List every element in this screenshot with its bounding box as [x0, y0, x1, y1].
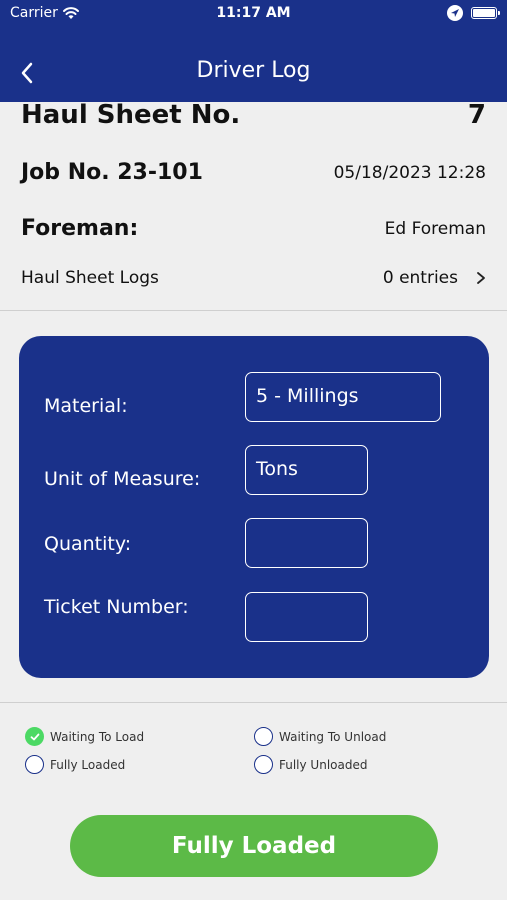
status-label: Waiting To Load [50, 729, 145, 744]
radio-unchecked-icon [254, 727, 273, 746]
fully-loaded-button[interactable]: Fully Loaded [70, 815, 438, 877]
status-bar: Carrier 11:17 AM [0, 0, 507, 30]
status-label: Fully Unloaded [279, 757, 368, 772]
checkmark-circle-icon [25, 727, 44, 746]
haul-sheet-row: Haul Sheet No. 7 [21, 100, 486, 130]
battery-icon [471, 7, 500, 19]
status-waiting-to-unload[interactable]: Waiting To Unload [254, 727, 386, 746]
status-waiting-to-load[interactable]: Waiting To Load [25, 727, 144, 746]
page-title: Driver Log [196, 58, 311, 83]
haul-sheet-label: Haul Sheet No. [21, 100, 241, 130]
foreman-name: Ed Foreman [384, 218, 486, 239]
job-row: Job No. 23-101 05/18/2023 12:28 [21, 160, 486, 185]
ticket-number-label: Ticket Number: [44, 596, 189, 618]
logs-label: Haul Sheet Logs [21, 268, 159, 288]
status-fully-unloaded[interactable]: Fully Unloaded [254, 755, 367, 774]
quantity-label: Quantity: [44, 533, 132, 555]
material-field[interactable]: 5 - Millings [245, 372, 441, 422]
location-arrow-icon [447, 5, 463, 21]
foreman-row: Foreman: Ed Foreman [21, 216, 486, 241]
unit-of-measure-field[interactable]: Tons [245, 445, 368, 495]
haul-sheet-logs-row[interactable]: Haul Sheet Logs 0 entries [21, 268, 486, 288]
material-label: Material: [44, 395, 128, 417]
chevron-right-icon [477, 272, 485, 284]
job-number: Job No. 23-101 [21, 160, 203, 185]
quantity-field[interactable] [245, 518, 368, 568]
status-label: Waiting To Unload [279, 729, 387, 744]
clock: 11:17 AM [216, 5, 291, 21]
app-header: Carrier 11:17 AM Driver Log [0, 0, 507, 102]
divider [0, 310, 507, 311]
logs-count: 0 entries [382, 268, 458, 288]
unit-of-measure-label: Unit of Measure: [44, 468, 201, 490]
radio-unchecked-icon [25, 755, 44, 774]
status-label: Fully Loaded [50, 757, 126, 772]
system-status-icons [447, 5, 500, 21]
job-datetime: 05/18/2023 12:28 [333, 162, 486, 183]
radio-unchecked-icon [254, 755, 273, 774]
foreman-label: Foreman: [21, 216, 139, 241]
haul-sheet-number: 7 [467, 100, 486, 130]
ticket-number-field[interactable] [245, 592, 368, 642]
logs-count-group: 0 entries [383, 268, 486, 288]
divider [0, 702, 507, 703]
status-fully-loaded[interactable]: Fully Loaded [25, 755, 125, 774]
load-details-card: Material: 5 - Millings Unit of Measure: … [19, 336, 489, 678]
